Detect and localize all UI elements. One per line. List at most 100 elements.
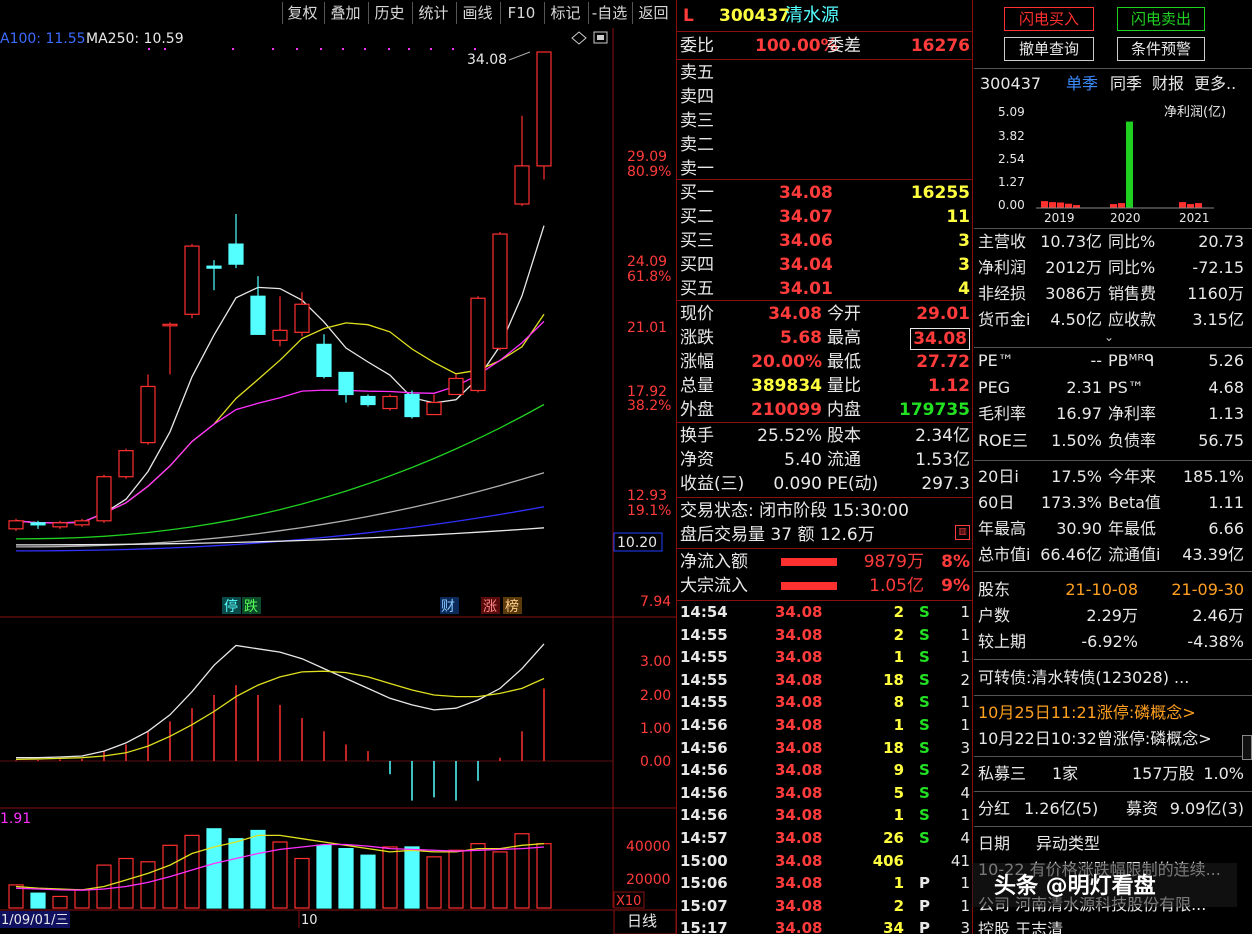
news-row-2[interactable]: 10月22日10:32曾涨停:磷概念> (974, 727, 1252, 751)
condition-alert-button[interactable]: 条件预警 (1117, 37, 1205, 61)
toolbar-button-stats[interactable]: 统计 (412, 2, 454, 24)
candle-body[interactable] (294, 303, 310, 333)
candle-body[interactable] (8, 520, 24, 530)
candle-body[interactable] (448, 377, 464, 396)
toolbar-button-fuquan[interactable]: 复权 (282, 2, 322, 24)
kline-chart[interactable]: A100: 11.55 MA250: 10.59 34.08 29.09 80.… (0, 28, 676, 934)
side-scroll-handle[interactable] (1242, 735, 1252, 760)
event-marker-limit[interactable]: 涨 (483, 599, 497, 615)
tab-quarter[interactable]: 单季 (1066, 72, 1098, 96)
tick-price: 34.08 (775, 829, 823, 847)
stat2-row: 收益(三) 0.090 PE(动) 297.3 (677, 472, 974, 496)
buy-row[interactable]: 买二 34.07 11 (677, 205, 974, 229)
candle-body[interactable] (492, 233, 508, 349)
tab-same-quarter[interactable]: 同季 (1110, 72, 1142, 96)
chart-mini-icon[interactable]: ▥ (955, 525, 970, 540)
price-axis-38-2: 38.2% (627, 398, 671, 414)
valuation-label-1: ROE三 (978, 430, 1028, 450)
candle-body[interactable] (162, 323, 178, 327)
toolbar-button-watchlist[interactable]: -自选 (588, 2, 630, 24)
tick-time: 15:07 (680, 896, 728, 915)
period-button[interactable]: 日线 (627, 912, 657, 930)
volume-bar (536, 843, 552, 909)
tab-report[interactable]: 财报 (1152, 72, 1184, 96)
valuation-label-1: 毛利率 (978, 404, 1027, 423)
news-row-1[interactable]: 10月25日11:21涨停:磷概念> (974, 701, 1252, 725)
candle-body[interactable] (250, 295, 266, 335)
event-marker-stop[interactable]: 停 (224, 598, 238, 615)
profit-bar (1057, 202, 1064, 208)
event-marker-list[interactable]: 榜 (505, 598, 519, 615)
dot-marker (342, 48, 344, 50)
candle-body[interactable] (514, 165, 530, 205)
flow-pct: 8% (941, 552, 970, 572)
candle-body[interactable] (96, 476, 112, 522)
candle-body[interactable] (360, 395, 376, 406)
buy-row[interactable]: 买三 34.06 3 (677, 229, 974, 253)
candle-body[interactable] (206, 265, 222, 269)
volume-bar (316, 844, 332, 909)
profit-bar (1179, 202, 1186, 208)
info-panel: 闪电买入 闪电卖出 撤单查询 条件预警 300437 单季 同季 财报 更多..… (972, 0, 1252, 934)
stock-name[interactable]: 清水源 (785, 4, 839, 28)
tick-side: P (919, 919, 930, 934)
raise-value: 9.09亿(3) (1169, 799, 1244, 818)
tick-row: 14:56 34.08 1 S 1 (677, 804, 974, 826)
buy-row[interactable]: 买五 34.01 4 (677, 277, 974, 301)
dot-marker (388, 48, 390, 50)
valuation-label-2: 负债率 (1108, 430, 1157, 450)
candle-body[interactable] (470, 297, 486, 392)
expand-chevron-icon[interactable]: ⌄ (1104, 330, 1114, 344)
candle-body[interactable] (382, 395, 398, 410)
after-hours: 盘后交易量 37 额 12.6万 (680, 525, 875, 545)
holder-label: 户数 (978, 606, 1011, 625)
sell-row[interactable]: 卖一 (677, 157, 974, 181)
kline-chart-area[interactable]: A100: 11.55 MA250: 10.59 34.08 29.09 80.… (0, 28, 676, 934)
profit-bar (1049, 202, 1056, 208)
quote-header: L 300437 清水源 (677, 4, 974, 28)
sell-row[interactable]: 卖五 (677, 61, 974, 85)
candle-body[interactable] (536, 51, 552, 167)
buy-row[interactable]: 买四 34.04 3 (677, 253, 974, 277)
buy-row[interactable]: 买一 34.08 16255 (677, 181, 974, 205)
candle-body[interactable] (30, 522, 46, 526)
dot-marker (296, 48, 298, 50)
candle-body[interactable] (338, 371, 354, 396)
toolbar-button-f10[interactable]: F10 (500, 2, 542, 24)
candle-body[interactable] (52, 522, 68, 528)
diamond-icon[interactable] (571, 31, 587, 45)
fin-value-1: 3086万 (1045, 284, 1102, 303)
candle-body[interactable] (404, 393, 420, 418)
toolbar-button-history[interactable]: 历史 (368, 2, 410, 24)
tick-side: S (919, 670, 930, 689)
buy-volume: 4 (958, 279, 970, 299)
event-marker-drop[interactable]: 跌 (244, 599, 258, 615)
sell-row[interactable]: 卖二 (677, 133, 974, 157)
ma-label-b: MA250: 10.59 (86, 31, 184, 47)
candle-body[interactable] (426, 401, 442, 416)
candle-body[interactable] (140, 385, 156, 444)
trade-status: 交易状态: 闭市阶段 15:30:00 (680, 501, 909, 521)
candle-body[interactable] (272, 329, 288, 341)
tab-more[interactable]: 更多.. (1194, 72, 1236, 96)
toolbar-button-back[interactable]: 返回 (632, 2, 674, 24)
cancel-query-button[interactable]: 撤单查询 (1004, 37, 1094, 61)
sell-row[interactable]: 卖三 (677, 109, 974, 133)
candle-body[interactable] (74, 520, 90, 526)
tick-volume: 1 (893, 716, 904, 734)
holder-value-b: 2.46万 (1192, 606, 1244, 625)
flash-buy-button[interactable]: 闪电买入 (1004, 7, 1094, 31)
holder-row: 控股 王志清 (974, 918, 1252, 934)
sell-row[interactable]: 卖四 (677, 85, 974, 109)
candle-body[interactable] (316, 343, 332, 378)
toolbar-button-mark[interactable]: 标记 (544, 2, 586, 24)
toolbar-button-draw[interactable]: 画线 (456, 2, 498, 24)
candle-body[interactable] (228, 243, 244, 265)
convertible-row[interactable]: 可转债:清水转债(123028) ... (974, 666, 1252, 690)
event-marker-fin[interactable]: 财 (441, 599, 455, 615)
toolbar-button-overlay[interactable]: 叠加 (324, 2, 366, 24)
candle-body[interactable] (118, 450, 134, 478)
fin-label-1: 非经损 (978, 284, 1027, 303)
candle-body[interactable] (184, 245, 200, 315)
flash-sell-button[interactable]: 闪电卖出 (1117, 7, 1205, 31)
